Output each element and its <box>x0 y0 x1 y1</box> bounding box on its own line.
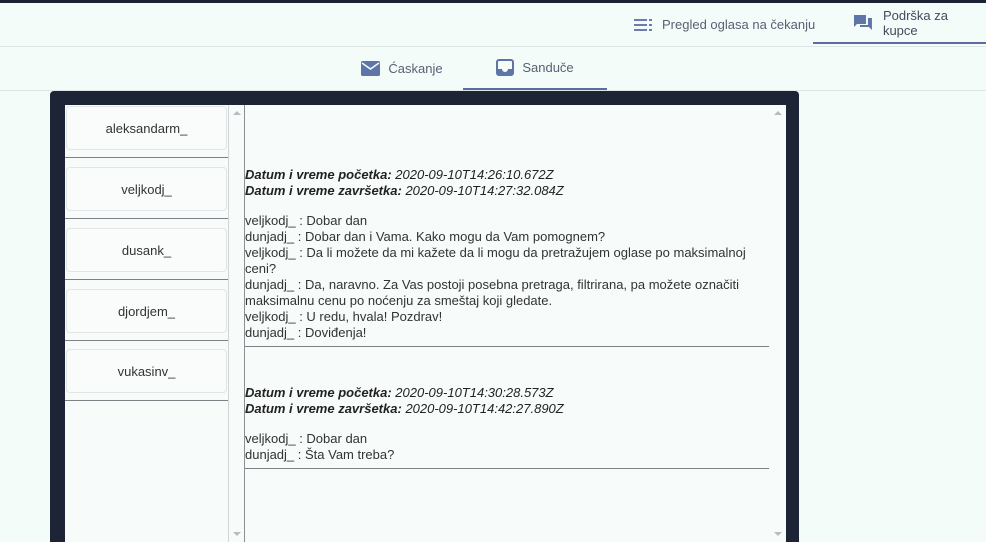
conversation-area: Datum i vreme početka: 2020-09-10T14:26:… <box>231 105 771 542</box>
message: dunjadj_ : Doviđenja! <box>245 325 367 340</box>
start-value: 2020-09-10T14:30:28.573Z <box>395 385 554 400</box>
tab-inbox-label: Sandučе <box>522 60 574 75</box>
user-name: aleksandarm_ <box>105 120 188 136</box>
message: dunjadj_ : Dobar dan i Vama. Kako mogu d… <box>245 229 606 244</box>
inbox-panel: aleksandarm_ veljkodj_ dusank_ djordjem_… <box>50 91 799 542</box>
message: dunjadj_ : Šta Vam treba? <box>245 447 395 462</box>
conversation-start: Datum i vreme početka: 2020-09-10T14:26:… <box>245 167 769 183</box>
scroll-up-arrow-icon[interactable] <box>774 111 782 115</box>
user-name: djordjem_ <box>117 303 176 319</box>
message: veljkodj_ : Dobar dan <box>245 213 368 228</box>
message: dunjadj_ : Da, naravno. Za Vas postoji p… <box>245 277 740 308</box>
message: veljkodj_ : Da li možete da mi kažete da… <box>245 245 746 276</box>
end-label: Datum i vreme završetka: <box>245 183 402 198</box>
user-item[interactable]: dusank_ <box>66 228 227 272</box>
sub-navigation: Ćaskanje Sandučе <box>0 47 986 91</box>
scroll-down-arrow-icon[interactable] <box>774 532 782 536</box>
message: veljkodj_ : U redu, hvala! Pozdrav! <box>245 309 443 324</box>
conversation: Datum i vreme početka: 2020-09-10T14:30:… <box>245 385 769 463</box>
inbox-icon <box>496 59 515 76</box>
conversation-start: Datum i vreme početka: 2020-09-10T14:30:… <box>245 385 769 401</box>
conversation-end: Datum i vreme završetka: 2020-09-10T14:2… <box>245 183 769 199</box>
envelope-icon <box>361 61 381 76</box>
tab-chat[interactable]: Ćaskanje <box>352 47 452 90</box>
nav-customer-support-label: Podrška za kupce <box>882 7 948 38</box>
tab-chat-label: Ćaskanje <box>388 61 443 76</box>
nav-pending-ads-label: Pregled oglasa na čekanju <box>662 17 816 32</box>
tab-inbox[interactable]: Sandučе <box>463 47 607 90</box>
top-navigation: Pregled oglasa na čekanju Podrška za kup… <box>0 3 986 47</box>
conversation-divider <box>245 468 769 469</box>
user-name: veljkodj_ <box>121 181 172 197</box>
user-name: vukasinv_ <box>117 363 176 379</box>
start-label: Datum i vreme početka: <box>245 385 392 400</box>
user-list: aleksandarm_ veljkodj_ dusank_ djordjem_… <box>65 105 241 542</box>
user-name: dusank_ <box>121 242 172 258</box>
end-value: 2020-09-10T14:27:32.084Z <box>405 183 564 198</box>
user-item[interactable]: vukasinv_ <box>66 349 227 393</box>
conversation-scrollbar[interactable] <box>771 105 785 542</box>
user-item[interactable]: djordjem_ <box>66 289 227 333</box>
message: veljkodj_ : Dobar dan <box>245 431 368 446</box>
conversation-end: Datum i vreme završetka: 2020-09-10T14:4… <box>245 401 769 417</box>
start-label: Datum i vreme početka: <box>245 167 392 182</box>
user-divider <box>65 218 228 219</box>
end-label: Datum i vreme završetka: <box>245 401 402 416</box>
conversation-divider <box>245 346 769 347</box>
nav-customer-support[interactable]: Podrška za kupce <box>813 3 986 44</box>
start-value: 2020-09-10T14:26:10.672Z <box>395 167 554 182</box>
user-item[interactable]: aleksandarm_ <box>66 106 227 150</box>
list-icon <box>634 18 652 31</box>
message-list: veljkodj_ : Dobar dan dunjadj_ : Dobar d… <box>245 213 769 341</box>
end-value: 2020-09-10T14:42:27.890Z <box>405 401 564 416</box>
inbox-content: aleksandarm_ veljkodj_ dusank_ djordjem_… <box>65 105 786 542</box>
user-divider <box>65 279 228 280</box>
forum-icon <box>853 14 872 30</box>
nav-pending-ads[interactable]: Pregled oglasa na čekanju <box>634 3 815 46</box>
conversation: Datum i vreme početka: 2020-09-10T14:26:… <box>245 167 769 341</box>
user-divider <box>65 157 228 158</box>
user-divider <box>65 340 228 341</box>
user-item[interactable]: veljkodj_ <box>66 167 227 211</box>
user-divider <box>65 400 228 401</box>
message-list: veljkodj_ : Dobar dan dunjadj_ : Šta Vam… <box>245 431 769 463</box>
